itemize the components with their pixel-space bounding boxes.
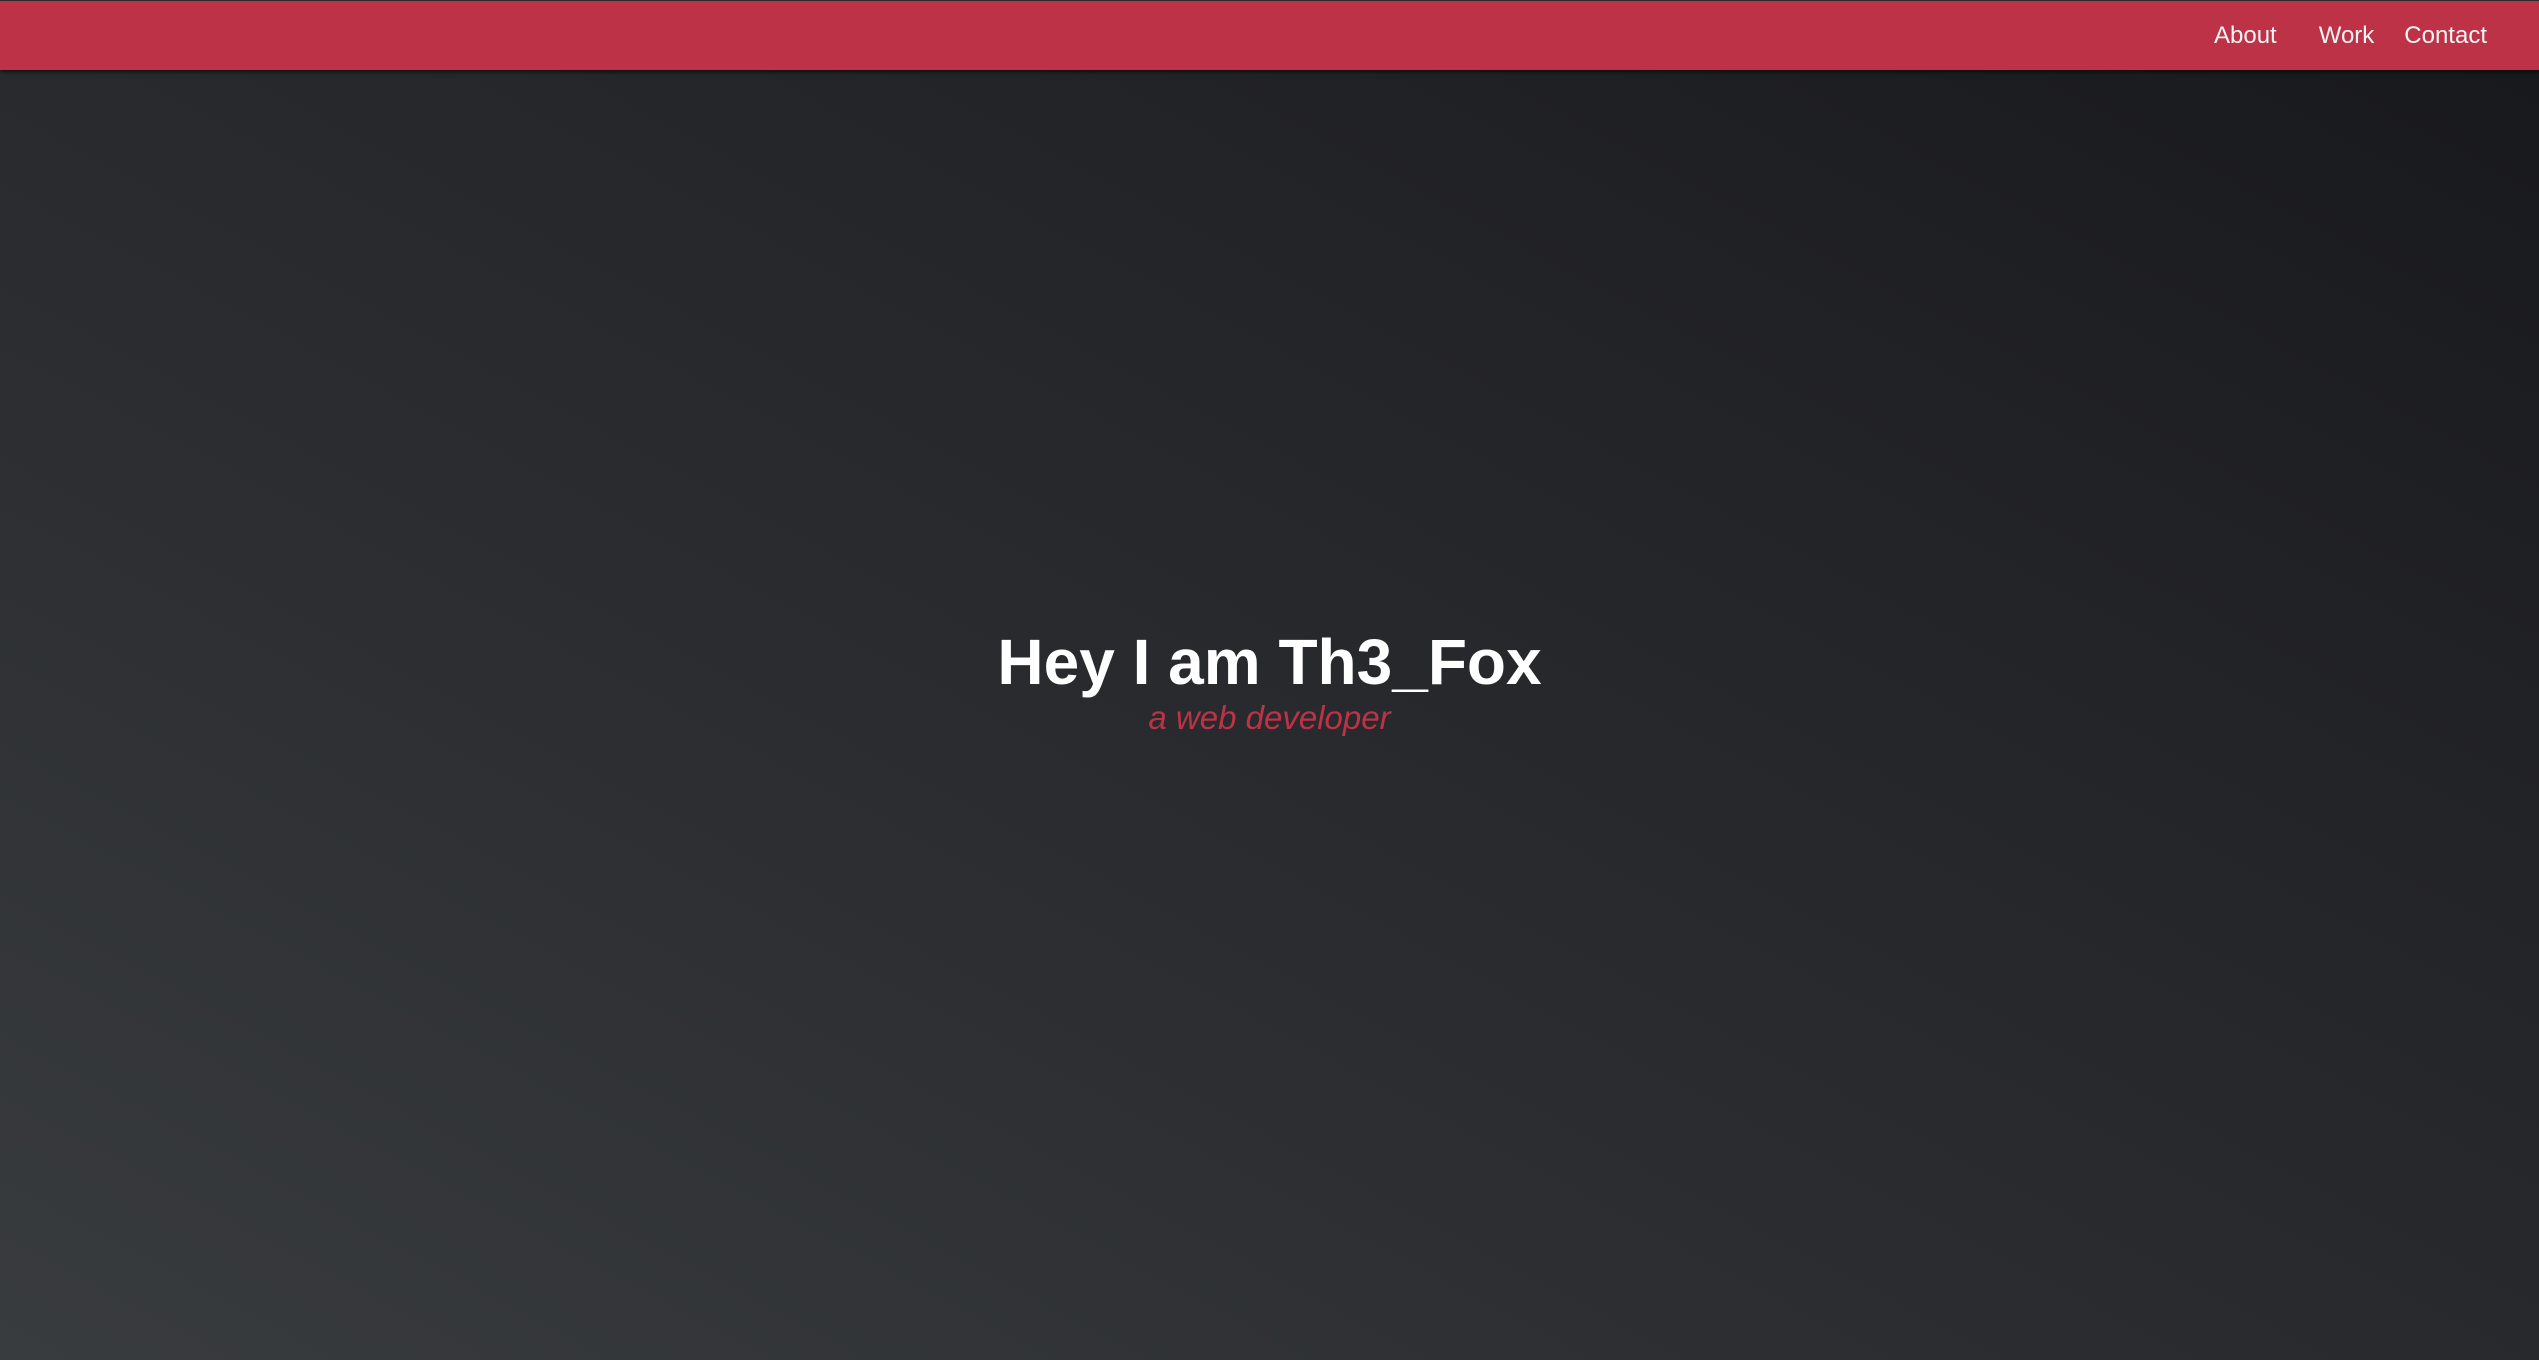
hero-subtitle: a web developer (1148, 699, 1391, 736)
page: { "nav": { "links": [ {"label": "About"}… (0, 0, 2539, 1360)
nav-link-work[interactable]: Work (2319, 1, 2375, 71)
top-navbar: About Work Contact (0, 0, 2539, 70)
nav-menu: About Work Contact (2214, 1, 2487, 71)
hero-section: Hey I am Th3_Fox a web developer (0, 620, 2539, 740)
nav-link-about[interactable]: About (2214, 1, 2277, 71)
nav-link-contact[interactable]: Contact (2404, 1, 2487, 71)
hero-title: Hey I am Th3_Fox (997, 626, 1542, 698)
